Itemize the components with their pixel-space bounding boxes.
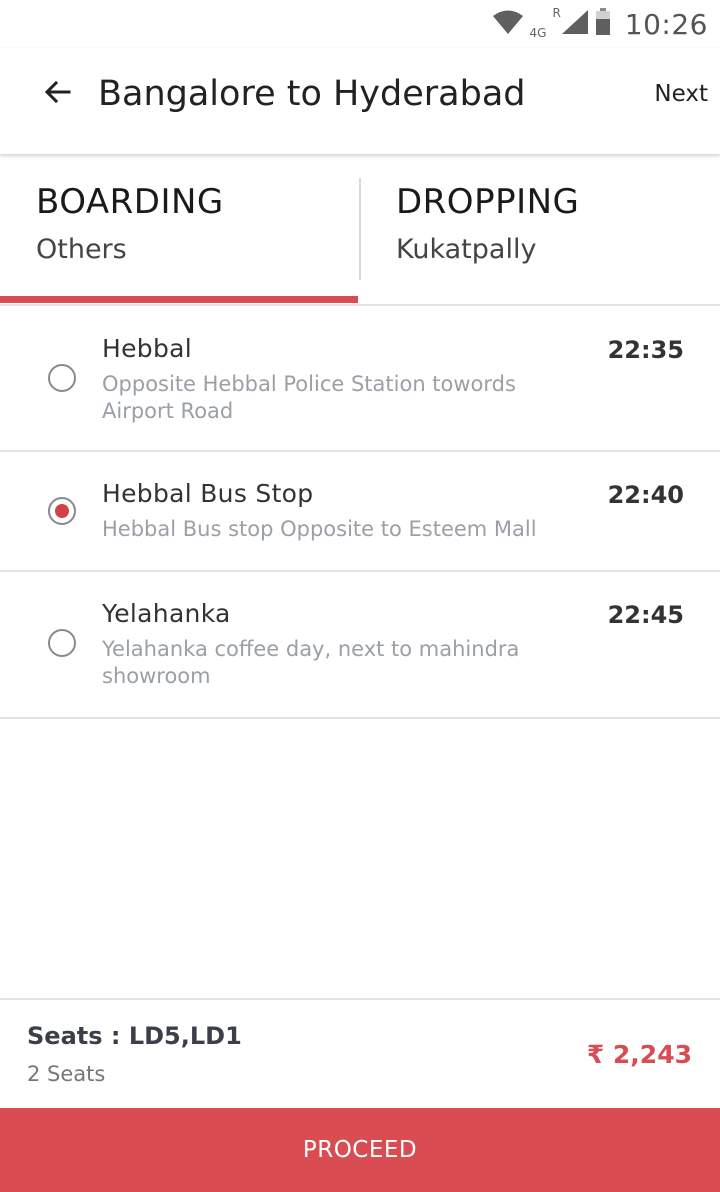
next-button[interactable]: Next <box>654 70 708 118</box>
status-bar: 4G R 10:26 <box>0 0 720 48</box>
tab-boarding-subtitle: Others <box>36 234 127 265</box>
stop-name: Hebbal <box>102 334 192 363</box>
stop-description: Yelahanka coffee day, next to mahindra s… <box>102 637 520 688</box>
list-item[interactable]: Yelahanka Yelahanka coffee day, next to … <box>0 572 720 719</box>
signal-icon <box>561 9 589 39</box>
stop-name: Hebbal Bus Stop <box>102 479 314 508</box>
status-time: 10:26 <box>624 7 708 41</box>
booking-summary: Seats : LD5,LD1 2 Seats ₹ 2,243 <box>0 998 720 1108</box>
roaming-label: R <box>552 6 561 20</box>
network-type-label: 4G <box>529 26 547 40</box>
stop-time: 22:35 <box>607 336 684 364</box>
stop-time: 22:45 <box>607 601 684 629</box>
stop-time: 22:40 <box>607 481 684 509</box>
tab-boarding[interactable]: BOARDING Others <box>0 154 360 304</box>
arrow-left-icon <box>44 80 71 107</box>
radio-button-selected[interactable] <box>48 497 76 525</box>
tab-dropping-title: DROPPING <box>396 182 580 222</box>
stop-name: Yelahanka <box>102 599 231 628</box>
tab-dropping[interactable]: DROPPING Kukatpally <box>360 154 720 304</box>
wifi-icon <box>492 9 524 39</box>
stop-description: Hebbal Bus stop Opposite to Esteem Mall <box>102 517 537 541</box>
radio-button[interactable] <box>48 629 76 657</box>
battery-icon <box>595 8 611 40</box>
radio-button[interactable] <box>48 364 76 392</box>
page-title: Bangalore to Hyderabad <box>98 74 526 114</box>
total-fare: ₹ 2,243 <box>586 1040 692 1069</box>
boarding-dropping-tabs: BOARDING Others DROPPING Kukatpally <box>0 154 720 306</box>
active-tab-indicator <box>0 296 358 303</box>
seats-label: Seats : LD5,LD1 <box>27 1022 242 1050</box>
back-button[interactable] <box>28 70 88 118</box>
proceed-button[interactable]: PROCEED <box>0 1108 720 1192</box>
stop-description: Opposite Hebbal Police Station towords A… <box>102 372 516 423</box>
tab-dropping-subtitle: Kukatpally <box>396 234 537 265</box>
seats-count: 2 Seats <box>27 1062 106 1086</box>
status-icons: 4G R 10:26 <box>492 4 708 44</box>
list-item[interactable]: Hebbal Opposite Hebbal Police Station to… <box>0 306 720 452</box>
app-bar: Bangalore to Hyderabad Next <box>0 48 720 154</box>
tab-boarding-title: BOARDING <box>36 182 224 222</box>
list-item[interactable]: Hebbal Bus Stop Hebbal Bus stop Opposite… <box>0 452 720 572</box>
boarding-point-list: Hebbal Opposite Hebbal Police Station to… <box>0 306 720 719</box>
